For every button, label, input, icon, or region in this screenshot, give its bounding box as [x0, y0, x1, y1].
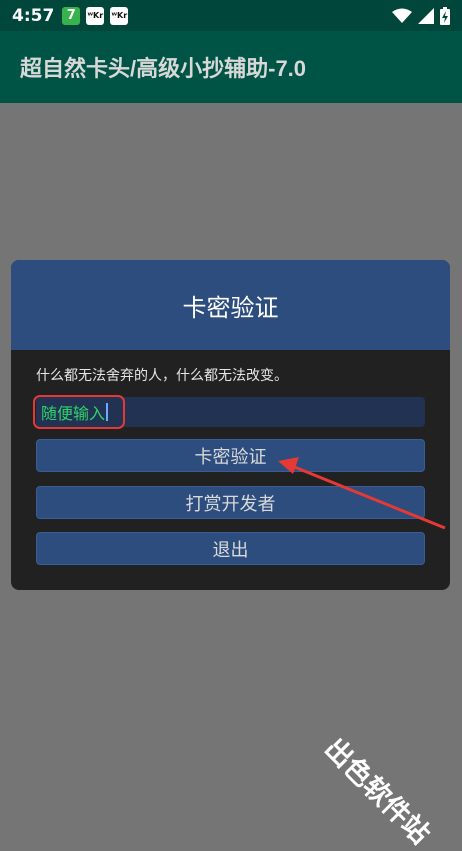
dialog-title: 卡密验证 [182, 293, 279, 322]
dialog-header: 卡密验证 [11, 260, 450, 350]
tip-developer-button[interactable]: 打赏开发者 [36, 486, 425, 519]
status-icons [392, 6, 450, 25]
notification-7-icon: 7 [62, 6, 81, 25]
battery-icon [440, 6, 450, 25]
status-time: 4:57 [12, 5, 55, 26]
wifi-icon [392, 8, 412, 23]
annotation-highlight-box [33, 395, 125, 429]
signal-icon [418, 7, 434, 24]
notification-kr-icon: ᵂKr [86, 6, 105, 25]
verification-dialog: 卡密验证 什么都无法舍弃的人，什么都无法改变。 随便输入 卡密验证 打赏开发者 … [11, 260, 450, 590]
dialog-message: 什么都无法舍弃的人，什么都无法改变。 [36, 368, 288, 384]
verify-button[interactable]: 卡密验证 [36, 439, 425, 472]
app-bar: 超自然卡头/高级小抄辅助-7.0 [0, 31, 462, 103]
app-title: 超自然卡头/高级小抄辅助-7.0 [20, 56, 307, 81]
notification-kr-icon-2: ᵂKr [110, 6, 129, 25]
exit-button[interactable]: 退出 [36, 532, 425, 565]
status-bar: 4:57 7 ᵂKr ᵂKr [0, 0, 462, 31]
